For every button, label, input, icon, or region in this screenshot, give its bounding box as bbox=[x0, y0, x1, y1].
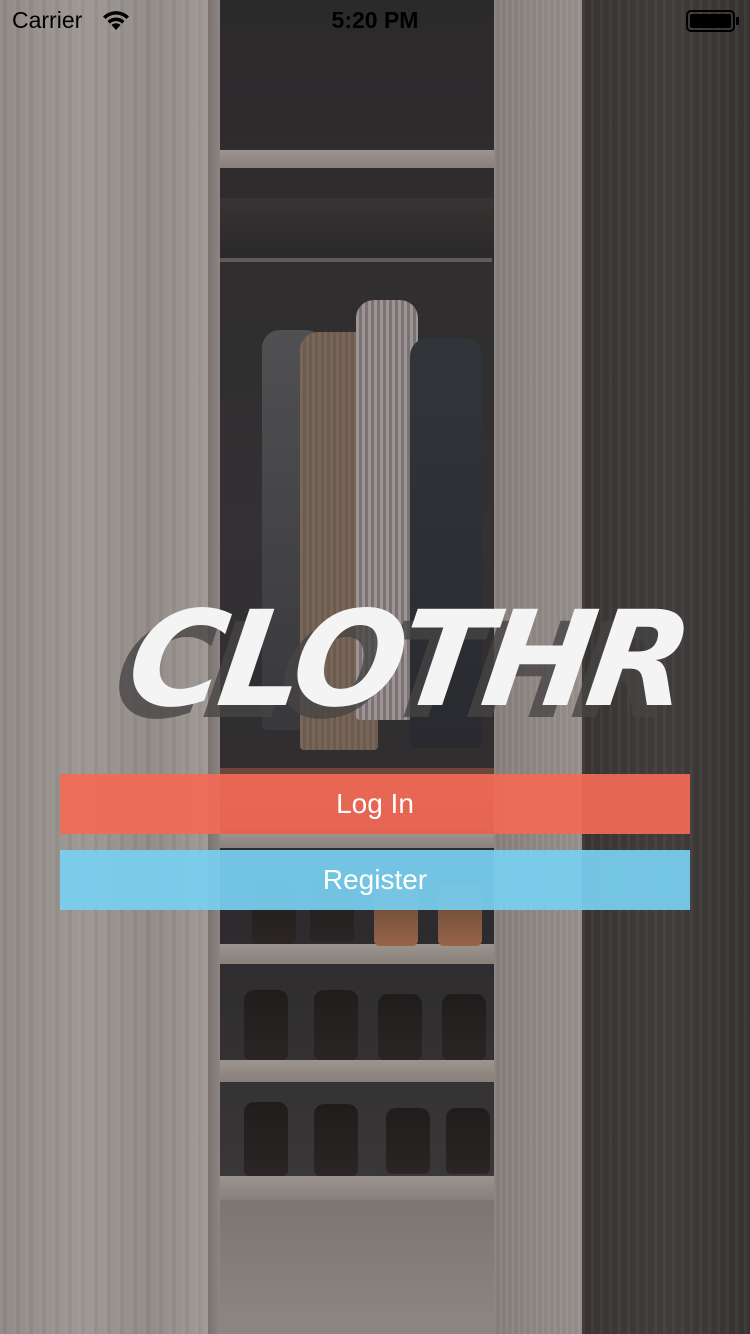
battery-icon bbox=[686, 10, 739, 32]
status-bar: Carrier 5:20 PM bbox=[0, 0, 750, 40]
app-logo: CLOTHR CLOTHR bbox=[105, 575, 695, 749]
login-button[interactable]: Log In bbox=[60, 774, 690, 834]
register-button[interactable]: Register bbox=[60, 850, 690, 910]
login-screen: Carrier 5:20 PM CLOTHR CLOTHR Log In Reg… bbox=[0, 0, 750, 1334]
status-time: 5:20 PM bbox=[331, 7, 419, 33]
app-logo-text: CLOTHR bbox=[119, 583, 696, 737]
